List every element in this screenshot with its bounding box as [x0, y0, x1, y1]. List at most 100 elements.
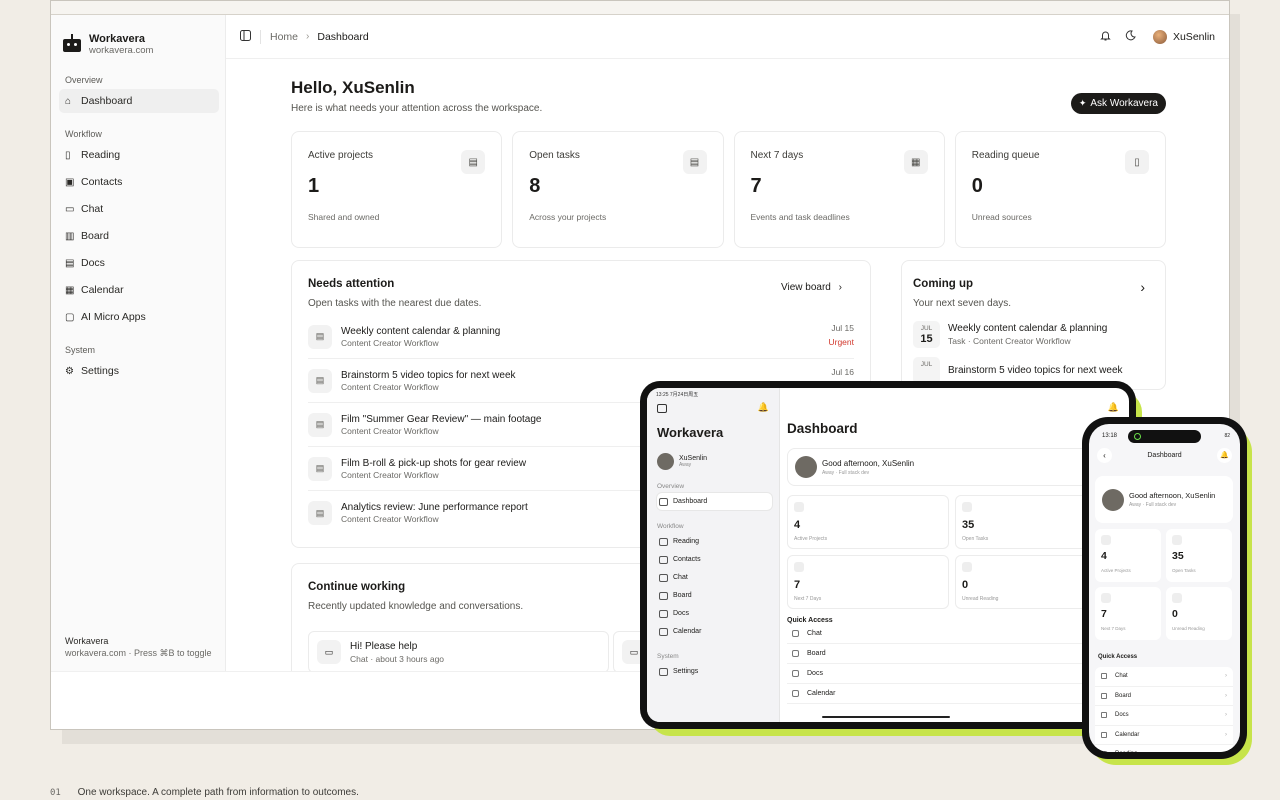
phone-quick-label: Chat	[1115, 673, 1128, 680]
chevron-right-icon: ›	[1225, 692, 1227, 699]
tablet-stat-card[interactable]: 7 Next 7 Days	[787, 555, 949, 609]
main-content: Hello, XuSenlin Here is what needs your …	[291, 59, 1166, 693]
tablet-greeting-card[interactable]: Good afternoon, XuSenlin Away · Full sta…	[787, 448, 1129, 486]
task-row[interactable]: ▤ Weekly content calendar & planning Conte…	[308, 315, 854, 359]
chevron-right-icon[interactable]: ›	[1140, 279, 1145, 295]
task-text: Brainstorm 5 video topics for next week C…	[341, 370, 516, 392]
moon-icon[interactable]	[1125, 28, 1136, 46]
home-icon: ⌂	[65, 95, 72, 107]
stat-card[interactable]: Active projects 1 Shared and owned ▤	[291, 131, 503, 248]
brand[interactable]: Workavera workavera.com	[51, 15, 225, 59]
stat-icon	[1172, 535, 1182, 545]
tablet-nav-item-reading[interactable]: Reading	[657, 533, 772, 550]
phone-stat-label: Next 7 Days	[1101, 626, 1126, 631]
tablet-nav-item-settings[interactable]: Settings	[657, 663, 772, 680]
avatar	[657, 453, 674, 470]
stat-icon	[962, 502, 972, 512]
tablet-nav-item-contacts[interactable]: Contacts	[657, 551, 772, 568]
task-text: Film "Summer Gear Review" — main footage…	[341, 414, 542, 436]
stat-icon	[1101, 593, 1111, 603]
task-due-date: Jul 15	[831, 323, 854, 333]
gear-icon: ⚙	[65, 365, 74, 377]
phone-greeting: Good afternoon, XuSenlin	[1129, 491, 1216, 500]
phone-stat-card[interactable]: 35 Open Tasks	[1166, 529, 1232, 582]
tablet-stat-card[interactable]: 4 Active Projects	[787, 495, 949, 549]
tablet-quick-item[interactable]: Calendar	[787, 684, 1129, 704]
phone-stat-card[interactable]: 0 Unread Reading	[1166, 587, 1232, 640]
phone-quick-item[interactable]: Chat ›	[1095, 667, 1233, 687]
sidebar-item-ai-micro-apps[interactable]: ▢ AI Micro Apps	[59, 305, 219, 329]
bell-icon[interactable]: 🔔	[1217, 448, 1232, 463]
phone-quick-access-title: Quick Access	[1098, 654, 1138, 660]
sidebar-item-chat[interactable]: ▭ Chat	[59, 197, 219, 221]
phone-stat-card[interactable]: 7 Next 7 Days	[1095, 587, 1161, 640]
tablet-nav-item-chat[interactable]: Chat	[657, 569, 772, 586]
coming-up-subtitle: Your next seven days.	[913, 298, 1012, 309]
breadcrumb-home[interactable]: Home	[270, 31, 298, 43]
user-name[interactable]: XuSenlin	[1173, 31, 1215, 43]
tablet-quick-item[interactable]: Chat	[787, 624, 1129, 644]
view-board-label: View board	[781, 282, 831, 293]
phone-quick-item[interactable]: Calendar ›	[1095, 726, 1233, 745]
book-icon: ▯	[65, 149, 71, 161]
coming-up-text: Weekly content calendar & planning Task ·…	[948, 323, 1107, 346]
bell-icon[interactable]	[1100, 28, 1111, 46]
tablet-nav-label: Reading	[673, 538, 700, 545]
tablet-quick-item[interactable]: Board	[787, 644, 1129, 664]
bell-icon[interactable]: 🔔	[1108, 402, 1119, 413]
avatar[interactable]	[1152, 29, 1167, 44]
sidebar-item-contacts[interactable]: ▣ Contacts	[59, 170, 219, 194]
clipboard-icon: ▤	[308, 456, 332, 481]
stat-card[interactable]: Open tasks 8 Across your projects ▤	[512, 131, 724, 248]
sidebar-item-label: Dashboard	[81, 95, 133, 107]
phone-battery: 82	[1224, 433, 1230, 439]
date-day: 15	[920, 333, 933, 345]
sidebar-item-calendar[interactable]: ▦ Calendar	[59, 278, 219, 302]
bell-icon[interactable]: 🔔	[758, 402, 769, 413]
chat-icon	[792, 630, 799, 637]
tablet-quick-item[interactable]: Docs	[787, 664, 1129, 684]
book-icon: ▯	[1125, 150, 1149, 174]
phone-greeting-card[interactable]: Good afternoon, XuSenlin Away · Full sta…	[1095, 476, 1233, 523]
sidebar-item-dashboard[interactable]: ⌂ Dashboard	[59, 89, 219, 113]
sidebar-item-docs[interactable]: ▤ Docs	[59, 251, 219, 275]
stat-card[interactable]: Next 7 days 7 Events and task deadlines ▦	[733, 131, 945, 248]
sidebar-toggle-icon[interactable]	[240, 28, 251, 46]
phone-stat-card[interactable]: 4 Active Projects	[1095, 529, 1161, 582]
calendar-icon: ▦	[65, 284, 75, 296]
stat-card[interactable]: Reading queue 0 Unread sources ▯	[954, 131, 1166, 248]
sidebar-item-label: Chat	[81, 203, 104, 215]
ask-workavera-button[interactable]: ✦ Ask Workavera	[1070, 93, 1166, 114]
tablet-user[interactable]: XuSenlin Away	[657, 453, 772, 470]
phone-stat-label: Unread Reading	[1172, 626, 1205, 631]
sidebar-item-settings[interactable]: ⚙ Settings	[59, 359, 219, 383]
stat-value: 8	[529, 175, 541, 197]
phone-quick-label: Docs	[1115, 712, 1129, 719]
sidebar-item-reading[interactable]: ▯ Reading	[59, 143, 219, 167]
tablet-sidebar: 🔔 Workavera XuSenlin Away Overview Dashbo…	[647, 388, 780, 722]
recent-item[interactable]: ▭ Hi! Please help Chat · about 3 hours a…	[308, 631, 609, 673]
calendar-icon	[659, 627, 668, 636]
phone-quick-item[interactable]: Board ›	[1095, 687, 1233, 706]
tablet-nav-item-calendar[interactable]: Calendar	[657, 623, 772, 640]
view-board-link[interactable]: View board ›	[781, 282, 842, 293]
tablet-stat-value: 7	[794, 579, 801, 591]
coming-up-item[interactable]: JUL 15 Weekly content calendar & planning T…	[913, 321, 1149, 348]
stat-value: 1	[308, 175, 320, 197]
phone-quick-item[interactable]: Reading ›	[1095, 745, 1233, 752]
tablet-nav-item-board[interactable]: Board	[657, 587, 772, 604]
stat-label: Active projects	[308, 150, 374, 161]
phone-quick-item[interactable]: Docs ›	[1095, 706, 1233, 726]
tablet-stats: 4 Active Projects 35 Open Tasks 7 Next 7 Days…	[787, 495, 1129, 609]
coming-up-item[interactable]: JUL Brainstorm 5 video topics for next we…	[913, 357, 1149, 384]
chevron-right-icon: ›	[1225, 712, 1227, 719]
tablet-nav: Overview Dashboard Workflow Reading Contacts…	[657, 483, 772, 680]
tablet-nav-item-docs[interactable]: Docs	[657, 605, 772, 622]
tablet-nav-label: Settings	[673, 668, 699, 675]
sidebar-toggle-icon[interactable]	[657, 404, 667, 413]
tablet-quick-access-title: Quick Access	[787, 617, 833, 624]
tablet-nav-item-dashboard[interactable]: Dashboard	[657, 493, 772, 510]
sidebar-item-label: Docs	[81, 257, 105, 269]
chat-icon: ▭	[65, 203, 75, 215]
sidebar-item-board[interactable]: ▥ Board	[59, 224, 219, 248]
